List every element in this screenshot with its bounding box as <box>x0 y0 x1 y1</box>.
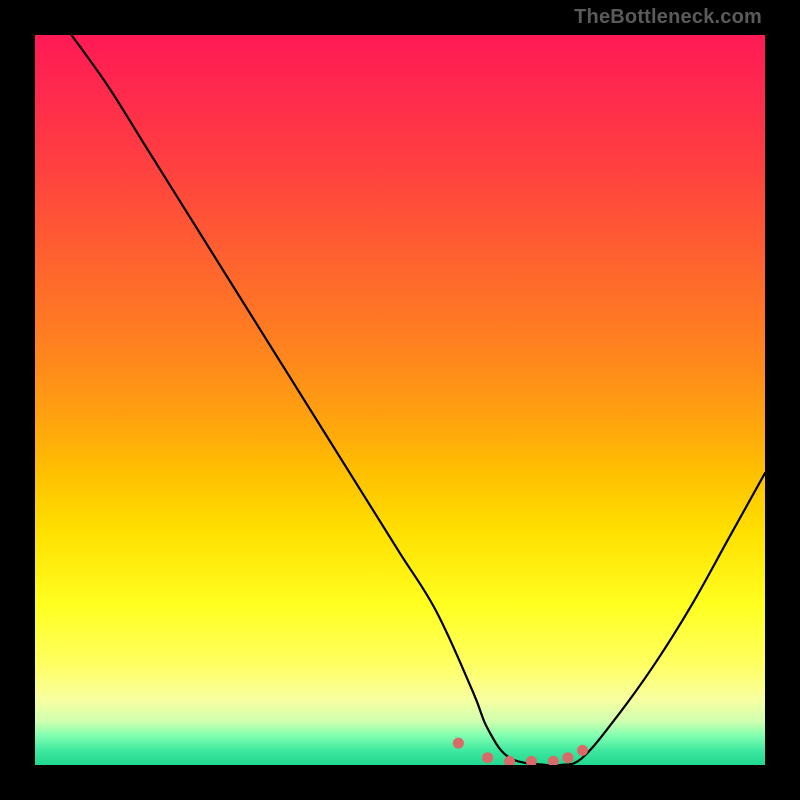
highlight-dot <box>562 752 573 763</box>
curve-layer <box>35 35 765 765</box>
bottleneck-curve <box>72 35 766 765</box>
highlight-dot <box>526 756 537 765</box>
plot-area <box>35 35 765 765</box>
highlight-dot <box>548 756 559 765</box>
chart-frame: TheBottleneck.com <box>0 0 800 800</box>
watermark-label: TheBottleneck.com <box>574 6 762 29</box>
highlight-dot <box>453 738 464 749</box>
highlight-dot <box>577 745 588 756</box>
highlight-dot <box>482 752 493 763</box>
highlight-dot <box>504 756 515 765</box>
